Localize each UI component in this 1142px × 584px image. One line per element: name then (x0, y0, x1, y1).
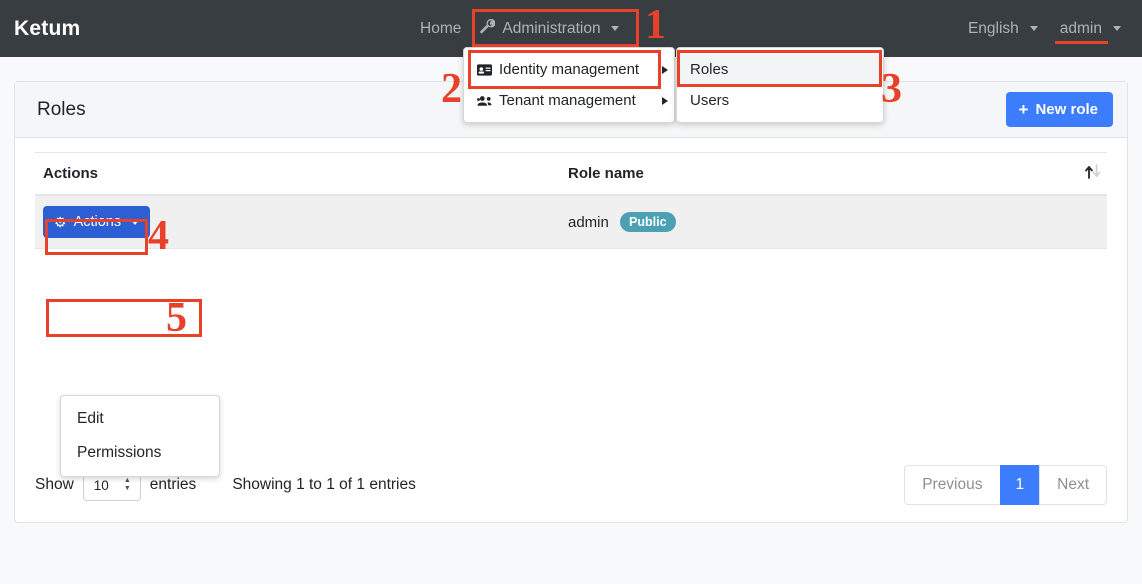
menu-item-label: Tenant management (499, 92, 636, 109)
pagination: Previous 1 Next (904, 465, 1107, 505)
users-group-icon (477, 95, 499, 107)
table-row[interactable]: ⚙ Actions admin Public (35, 195, 1107, 249)
showing-info-text: Showing 1 to 1 of 1 entries (232, 476, 416, 493)
roles-card: Roles + New role Actions Role name ⚙ Act… (14, 81, 1128, 523)
cell-actions: ⚙ Actions (35, 195, 560, 249)
nav-language-label: English (967, 19, 1019, 37)
table-header-row: Actions Role name (35, 152, 1107, 196)
row-actions-dropdown-menu: Edit Permissions (60, 395, 220, 477)
chevron-down-icon (131, 219, 140, 225)
nav-right-group: English admin (959, 0, 1130, 57)
page-length-value: 10 (93, 477, 109, 493)
nav-item-home[interactable]: Home (410, 0, 471, 57)
administration-dropdown-menu: Identity management Tenant management (463, 47, 675, 123)
nav-item-language[interactable]: English (959, 16, 1047, 42)
stepper-icon: ▲ ▼ (123, 477, 131, 492)
column-header-actions[interactable]: Actions (35, 152, 560, 196)
id-card-icon (477, 63, 499, 76)
submenu-item-roles[interactable]: Roles (677, 54, 883, 85)
nav-item-administration[interactable]: Administration (471, 15, 628, 43)
table-body: ⚙ Actions admin Public (35, 195, 1107, 249)
row-actions-label: Actions (73, 214, 122, 230)
nav-administration-label: Administration (502, 19, 601, 37)
chevron-down-icon (1029, 26, 1038, 31)
submenu-item-label: Users (690, 92, 730, 109)
chevron-down-icon (1113, 26, 1121, 31)
pagination-page-1-button[interactable]: 1 (999, 465, 1041, 505)
column-header-sort[interactable] (1047, 152, 1107, 196)
submenu-item-users[interactable]: Users (677, 85, 883, 116)
identity-management-submenu: Roles Users (676, 47, 884, 123)
sort-arrows-icon (1083, 164, 1103, 179)
status-badge: Public (620, 212, 676, 232)
cell-empty (1047, 195, 1107, 249)
new-role-label: New role (1035, 101, 1098, 118)
new-role-button[interactable]: + New role (1005, 92, 1113, 127)
actions-menu-item-label: Edit (77, 410, 104, 427)
submenu-item-label: Roles (690, 61, 729, 78)
card-body: Actions Role name ⚙ Actions admin Public… (15, 138, 1127, 523)
actions-menu-item-edit[interactable]: Edit (61, 402, 219, 436)
page-title: Roles (37, 98, 86, 120)
chevron-right-icon (662, 65, 668, 74)
roles-table: Actions Role name ⚙ Actions admin Public (35, 152, 1107, 249)
table-head: Actions Role name (35, 152, 1107, 196)
plus-icon: + (1018, 100, 1029, 119)
nav-item-user[interactable]: admin (1051, 16, 1130, 44)
column-header-role-name[interactable]: Role name (560, 152, 1047, 196)
gear-icon: ⚙ (54, 214, 67, 230)
show-label: Show (35, 476, 74, 493)
pagination-next-button[interactable]: Next (1039, 465, 1107, 505)
actions-menu-item-label: Permissions (77, 444, 162, 461)
menu-item-tenant-management[interactable]: Tenant management (464, 85, 674, 116)
menu-item-identity-management[interactable]: Identity management (464, 54, 674, 85)
cell-role-name: admin Public (560, 195, 1047, 249)
row-actions-button[interactable]: ⚙ Actions (43, 206, 151, 238)
wrench-icon (480, 18, 496, 39)
brand-logo[interactable]: Ketum (14, 17, 80, 41)
chevron-down-icon (610, 26, 619, 31)
entries-label: entries (149, 476, 197, 493)
menu-item-label: Identity management (499, 61, 640, 78)
actions-menu-item-permissions[interactable]: Permissions (61, 436, 219, 470)
nav-user-label: admin (1059, 19, 1102, 37)
role-name-text: admin (568, 214, 609, 231)
pagination-previous-button[interactable]: Previous (904, 465, 1001, 505)
chevron-right-icon (662, 96, 668, 105)
